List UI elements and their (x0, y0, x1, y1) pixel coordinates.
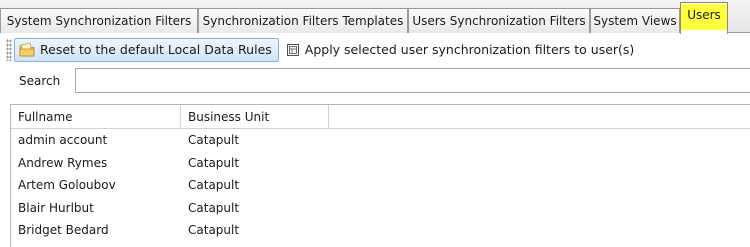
apply-filter-icon (286, 43, 300, 57)
toolbar: Reset to the default Local Data Rules Ap… (0, 34, 750, 65)
reset-button-label: Reset to the default Local Data Rules (40, 42, 272, 57)
search-row: Search (0, 66, 750, 96)
cell-fullname: Andrew Rymes (18, 155, 108, 170)
table-row[interactable]: admin account Catapult (11, 129, 750, 152)
cell-fullname: admin account (18, 133, 108, 148)
cell-business-unit: Catapult (188, 223, 240, 238)
tab-system-views[interactable]: System Views (590, 8, 680, 33)
tab-users[interactable]: Users (680, 2, 728, 34)
reset-local-data-rules-button[interactable]: Reset to the default Local Data Rules (14, 37, 279, 62)
toolbar-grip[interactable] (6, 38, 12, 61)
grid-header: Fullname Business Unit (11, 105, 750, 129)
tab-system-synchronization-filters[interactable]: System Synchronization Filters (0, 8, 198, 33)
folder-note-icon (19, 42, 35, 58)
search-input[interactable] (75, 68, 750, 93)
table-row[interactable]: Artem Goloubov Catapult (11, 174, 750, 197)
column-header-filler (329, 105, 750, 129)
column-header-business-unit[interactable]: Business Unit (181, 105, 329, 129)
tab-label: Synchronization Filters Templates (202, 14, 404, 28)
cell-fullname: Blair Hurlbut (18, 200, 94, 215)
tab-label: Users Synchronization Filters (412, 14, 586, 28)
cell-business-unit: Catapult (188, 178, 240, 193)
users-tab-window: System Synchronization Filters Synchroni… (0, 0, 750, 247)
column-header-fullname[interactable]: Fullname (11, 105, 181, 129)
tab-label: System Views (593, 14, 677, 28)
tab-strip: System Synchronization Filters Synchroni… (0, 0, 750, 34)
cell-business-unit: Catapult (188, 200, 240, 215)
tab-synchronization-filters-templates[interactable]: Synchronization Filters Templates (198, 8, 408, 33)
users-grid: Fullname Business Unit admin account Cat… (10, 104, 750, 247)
cell-fullname: Artem Goloubov (18, 178, 116, 193)
tab-users-synchronization-filters[interactable]: Users Synchronization Filters (408, 8, 590, 33)
table-row[interactable]: Bridget Bedard Catapult (11, 219, 750, 242)
tab-label: System Synchronization Filters (6, 14, 192, 28)
apply-filters-to-users-button[interactable]: Apply selected user synchronization filt… (281, 38, 642, 62)
cell-business-unit: Catapult (188, 133, 240, 148)
search-label: Search (19, 74, 61, 88)
table-row[interactable]: Blair Hurlbut Catapult (11, 197, 750, 220)
cell-fullname: Bridget Bedard (18, 223, 109, 238)
cell-business-unit: Catapult (188, 155, 240, 170)
apply-button-label: Apply selected user synchronization filt… (304, 42, 635, 57)
tab-label: Users (681, 3, 727, 30)
table-row[interactable]: Andrew Rymes Catapult (11, 152, 750, 175)
